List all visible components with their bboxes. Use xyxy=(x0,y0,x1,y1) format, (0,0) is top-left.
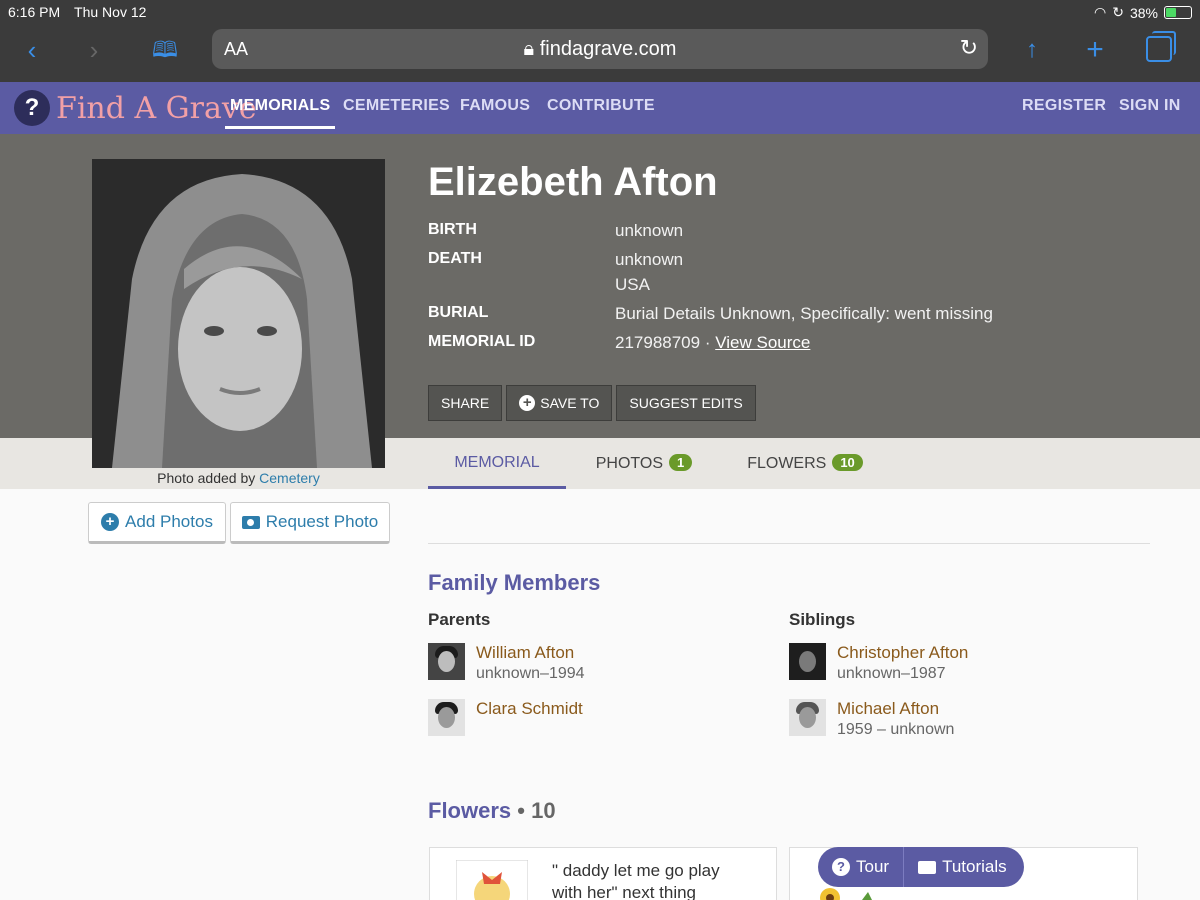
memorial-actions: SHARE + SAVE TO SUGGEST EDITS xyxy=(428,385,756,421)
family-member-dates: 1959 – unknown xyxy=(837,721,955,738)
plus-circle-icon: + xyxy=(519,395,536,411)
lock-icon: 🔒︎ xyxy=(523,38,540,60)
flowers-count-badge: 10 xyxy=(832,454,863,471)
tutorials-button[interactable]: Tutorials xyxy=(903,847,1021,887)
tab-photos-label: PHOTOS xyxy=(595,455,664,472)
tutorials-label: Tutorials xyxy=(942,857,1007,876)
suggest-edits-button[interactable]: SUGGEST EDITS xyxy=(616,385,756,421)
nav-famous[interactable]: FAMOUS xyxy=(460,97,530,115)
battery-icon xyxy=(1164,6,1192,19)
siblings-heading: Siblings xyxy=(789,610,856,629)
flowers-heading-text: Flowers xyxy=(428,798,512,823)
burial-label: BURIAL xyxy=(428,304,489,321)
share-button[interactable]: SHARE xyxy=(428,385,503,421)
share-icon[interactable]: ↑ xyxy=(1012,34,1052,66)
death-label: DEATH xyxy=(428,250,482,267)
flowers-count: • 10 xyxy=(517,798,556,823)
nav-memorials[interactable]: MEMORIALS xyxy=(225,97,336,129)
request-photo-label: Request Photo xyxy=(265,512,379,531)
save-to-label: SAVE TO xyxy=(540,395,600,411)
parents-heading: Parents xyxy=(428,610,491,629)
memorial-id-label: MEMORIAL ID xyxy=(428,333,536,350)
register-link[interactable]: REGISTER xyxy=(1022,97,1106,115)
section-divider xyxy=(428,543,1150,544)
sign-in-link[interactable]: SIGN IN xyxy=(1119,97,1181,115)
forward-icon[interactable]: › xyxy=(74,34,114,66)
wifi-icon: ◠ xyxy=(1094,4,1107,20)
avatar xyxy=(789,699,826,736)
add-photos-button[interactable]: + Add Photos xyxy=(88,502,226,544)
family-member-name[interactable]: Michael Afton xyxy=(837,699,954,719)
flower-image xyxy=(456,860,528,900)
browser-toolbar: ‹ › 🕮 AA 🔒︎ findagrave.com ↻ ↑ + xyxy=(0,26,1200,82)
family-members-heading: Family Members xyxy=(428,570,601,595)
death-value: unknown xyxy=(615,250,684,269)
tour-button[interactable]: ? Tour xyxy=(818,847,903,887)
birth-label: BIRTH xyxy=(428,221,477,238)
status-time: 6:16 PM xyxy=(8,4,61,20)
flowers-heading: Flowers • 10 xyxy=(428,798,556,824)
avatar xyxy=(428,699,465,736)
back-icon[interactable]: ‹ xyxy=(12,34,52,66)
family-member[interactable]: Michael Afton 1959 – unknown xyxy=(789,699,954,739)
family-member[interactable]: William Afton unknown–1994 xyxy=(428,643,585,683)
new-tab-icon[interactable]: + xyxy=(1075,34,1115,66)
tab-flowers[interactable]: FLOWERS 10 xyxy=(735,448,875,489)
family-member-dates: unknown–1987 xyxy=(837,665,946,682)
tab-memorial[interactable]: MEMORIAL xyxy=(428,448,566,489)
find-a-grave-logo[interactable]: ? Find A Grave xyxy=(14,90,257,126)
status-bar: 6:16 PM Thu Nov 12 ◠ ↻ 38% xyxy=(0,0,1200,26)
tab-photos[interactable]: PHOTOS 1 xyxy=(580,448,708,489)
family-member-name[interactable]: Christopher Afton xyxy=(837,643,968,663)
photos-count-badge: 1 xyxy=(669,454,693,471)
flower-note: " daddy let me go play with her" next th… xyxy=(552,861,720,900)
address-bar[interactable]: AA 🔒︎ findagrave.com ↻ xyxy=(212,29,988,69)
battery-percent: 38% xyxy=(1129,4,1158,21)
bookmarks-icon[interactable]: 🕮 xyxy=(145,34,185,66)
reload-icon[interactable]: ↻ xyxy=(960,35,978,61)
tour-label: Tour xyxy=(856,857,890,876)
tab-flowers-label: FLOWERS xyxy=(747,455,827,472)
camera-icon xyxy=(241,515,260,529)
photo-caption-prefix: Photo added by xyxy=(157,470,256,486)
avatar xyxy=(428,643,465,680)
tabs-icon[interactable] xyxy=(1146,31,1176,62)
request-photo-button[interactable]: Request Photo xyxy=(230,502,390,544)
family-member-dates: unknown–1994 xyxy=(476,665,585,682)
question-circle-icon: ? xyxy=(832,858,850,876)
birth-value: unknown xyxy=(615,221,684,240)
add-photos-label: Add Photos xyxy=(125,512,213,531)
video-camera-icon xyxy=(918,860,937,874)
orientation-lock-icon: ↻ xyxy=(1112,4,1124,20)
logo-mark-icon: ? xyxy=(14,90,50,126)
save-to-button[interactable]: + SAVE TO xyxy=(506,385,613,421)
burial-value: Burial Details Unknown, Specifically: we… xyxy=(615,304,993,323)
family-member-name[interactable]: William Afton xyxy=(476,643,585,663)
nav-contribute[interactable]: CONTRIBUTE xyxy=(547,97,655,115)
status-date: Thu Nov 12 xyxy=(74,4,147,20)
family-member[interactable]: Christopher Afton unknown–1987 xyxy=(789,643,968,683)
photo-caption: Photo added by Cemetery xyxy=(92,470,385,486)
nav-cemeteries[interactable]: CEMETERIES xyxy=(343,97,450,115)
memorial-name: Elizebeth Afton xyxy=(428,160,718,204)
plus-circle-icon: + xyxy=(101,513,120,531)
memorial-photo[interactable] xyxy=(92,159,385,468)
avatar xyxy=(789,643,826,680)
view-source-link[interactable]: View Source xyxy=(715,333,810,352)
help-pill: ? Tour Tutorials xyxy=(818,847,1024,887)
site-header: ? Find A Grave MEMORIALS CEMETERIES FAMO… xyxy=(0,82,1200,134)
death-location: USA xyxy=(615,275,650,294)
family-member-name[interactable]: Clara Schmidt xyxy=(476,699,583,719)
memorial-id-number: 217988709 · xyxy=(615,333,711,352)
photo-contributor-link[interactable]: Cemetery xyxy=(259,470,320,486)
memorial-id-value: 217988709 · View Source xyxy=(615,333,810,353)
family-member[interactable]: Clara Schmidt xyxy=(428,699,583,736)
url-text: findagrave.com xyxy=(539,38,677,60)
